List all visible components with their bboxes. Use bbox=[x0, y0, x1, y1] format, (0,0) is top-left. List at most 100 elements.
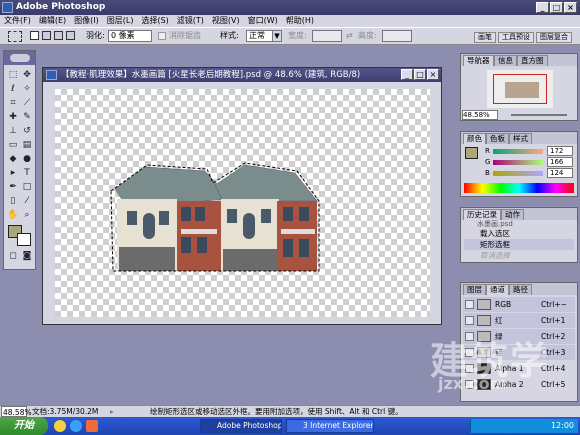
add-selection-icon[interactable] bbox=[42, 31, 51, 40]
ie-icon[interactable] bbox=[70, 420, 82, 432]
close-icon[interactable]: × bbox=[564, 2, 577, 13]
color-fg-swatch[interactable] bbox=[465, 147, 478, 159]
lasso-tool-icon[interactable]: ℓ bbox=[7, 83, 19, 95]
minimize-icon[interactable]: _ bbox=[536, 2, 549, 13]
tab-swatches[interactable]: 色板 bbox=[486, 133, 509, 144]
history-brush-tool-icon[interactable]: ↺ bbox=[21, 125, 33, 137]
color-spectrum-bar[interactable] bbox=[464, 183, 574, 193]
eraser-tool-icon[interactable]: ▭ bbox=[7, 139, 19, 151]
marquee-preset-icon[interactable] bbox=[8, 31, 22, 42]
type-tool-icon[interactable]: T bbox=[21, 167, 33, 179]
doc-close-icon[interactable]: × bbox=[427, 69, 439, 80]
tab-color[interactable]: 颜色 bbox=[463, 133, 486, 144]
navigator-thumbnail[interactable] bbox=[487, 70, 553, 108]
slice-tool-icon[interactable]: ⟋ bbox=[21, 97, 33, 109]
navigator-zoom-field[interactable]: 48.58% bbox=[462, 110, 498, 120]
canvas[interactable] bbox=[55, 89, 430, 317]
menu-edit[interactable]: 编辑(E) bbox=[35, 15, 70, 27]
tab-styles[interactable]: 样式 bbox=[509, 133, 532, 144]
feather-input[interactable]: 0 像素 bbox=[108, 30, 152, 42]
document-title: 【教程·肌理效果】水墨画篇 [火星长老后期教程].psd @ 48.6% (建筑… bbox=[43, 68, 441, 82]
brush-tool-icon[interactable]: ✎ bbox=[21, 111, 33, 123]
gradient-tool-icon[interactable]: ▤ bbox=[21, 139, 33, 151]
taskbar-photoshop[interactable]: Adobe Photoshop bbox=[200, 419, 282, 433]
navigator-zoom-slider[interactable] bbox=[511, 114, 567, 116]
taskbar-ie[interactable]: 3 Internet Explorer bbox=[286, 419, 374, 433]
tab-tool-presets[interactable]: 工具预设 bbox=[498, 32, 534, 43]
status-arrow-icon[interactable]: ▸ bbox=[110, 406, 114, 417]
toolbox-header bbox=[4, 51, 35, 65]
document-window: 【教程·肌理效果】水墨画篇 [火星长老后期教程].psd @ 48.6% (建筑… bbox=[42, 67, 442, 325]
blur-tool-icon[interactable]: ◆ bbox=[7, 153, 19, 165]
color-b-value[interactable]: 124 bbox=[547, 168, 573, 178]
dodge-tool-icon[interactable]: ● bbox=[21, 153, 33, 165]
menu-file[interactable]: 文件(F) bbox=[0, 15, 35, 27]
menu-help[interactable]: 帮助(H) bbox=[282, 15, 318, 27]
app-title-bar: Adobe Photoshop _ □ × bbox=[0, 0, 580, 15]
hand-tool-icon[interactable]: ✋ bbox=[7, 209, 19, 221]
quicklaunch-icon[interactable] bbox=[54, 420, 66, 432]
media-icon[interactable] bbox=[86, 420, 98, 432]
intersect-selection-icon[interactable] bbox=[66, 31, 75, 40]
subtract-selection-icon[interactable] bbox=[54, 31, 63, 40]
tab-layers[interactable]: 图层 bbox=[463, 284, 486, 295]
magic-wand-tool-icon[interactable]: ✧ bbox=[21, 83, 33, 95]
menu-window[interactable]: 窗口(W) bbox=[244, 15, 282, 27]
tab-channels[interactable]: 通道 bbox=[486, 284, 509, 295]
pen-tool-icon[interactable]: ✒ bbox=[7, 181, 19, 193]
doc-minimize-icon[interactable]: _ bbox=[401, 69, 413, 80]
marquee-tool-icon[interactable]: ⬚ bbox=[7, 69, 19, 81]
status-zoom[interactable]: 48.58% bbox=[1, 406, 32, 417]
color-r-value[interactable]: 172 bbox=[547, 146, 573, 156]
crop-tool-icon[interactable]: ⌗ bbox=[7, 97, 19, 109]
color-g-slider[interactable] bbox=[493, 160, 543, 165]
eye-icon[interactable] bbox=[465, 300, 474, 309]
healing-tool-icon[interactable]: ✚ bbox=[7, 111, 19, 123]
path-select-tool-icon[interactable]: ▸ bbox=[7, 167, 19, 179]
standard-mode-icon[interactable]: ◻ bbox=[7, 250, 19, 262]
zoom-tool-icon[interactable]: ⌕ bbox=[21, 209, 33, 221]
maximize-icon[interactable]: □ bbox=[550, 2, 563, 13]
system-tray: 12:00 bbox=[470, 419, 578, 433]
channel-row[interactable]: RGB Ctrl+~ bbox=[463, 297, 575, 312]
eye-icon[interactable] bbox=[465, 316, 474, 325]
notes-tool-icon[interactable]: ▯ bbox=[7, 195, 19, 207]
start-button[interactable]: 开始 bbox=[0, 417, 48, 435]
new-selection-icon[interactable] bbox=[30, 31, 39, 40]
tab-brushes[interactable]: 画笔 bbox=[474, 32, 496, 43]
history-item[interactable]: 载入选区 bbox=[464, 228, 574, 239]
color-r-slider[interactable] bbox=[493, 149, 543, 154]
width-input[interactable] bbox=[312, 30, 342, 42]
chevron-down-icon[interactable]: ▼ bbox=[272, 31, 281, 41]
menu-filter[interactable]: 滤镜(T) bbox=[173, 15, 208, 27]
style-label: 样式: bbox=[220, 31, 239, 40]
color-b-slider[interactable] bbox=[493, 171, 543, 176]
history-item[interactable]: 取消选择 bbox=[464, 250, 574, 261]
tab-navigator[interactable]: 导航器 bbox=[463, 55, 494, 66]
swap-icon[interactable]: ⇄ bbox=[346, 30, 353, 42]
antialias-checkbox[interactable] bbox=[158, 32, 166, 40]
stamp-tool-icon[interactable]: ⊥ bbox=[7, 125, 19, 137]
tab-layer-comps[interactable]: 图层复合 bbox=[536, 32, 572, 43]
navigator-tabs: 导航器 信息 直方图 bbox=[461, 54, 577, 66]
color-g-value[interactable]: 166 bbox=[547, 157, 573, 167]
channel-name: RGB bbox=[495, 300, 512, 309]
tab-histogram[interactable]: 直方图 bbox=[517, 55, 548, 66]
channel-thumbnail bbox=[477, 299, 491, 310]
menu-layer[interactable]: 图层(L) bbox=[103, 15, 138, 27]
menu-image[interactable]: 图像(I) bbox=[70, 15, 103, 27]
move-tool-icon[interactable]: ✥ bbox=[21, 69, 33, 81]
background-color-swatch[interactable] bbox=[17, 233, 31, 246]
doc-maximize-icon[interactable]: □ bbox=[414, 69, 426, 80]
height-input[interactable] bbox=[382, 30, 412, 42]
shape-tool-icon[interactable]: □ bbox=[21, 181, 33, 193]
history-item-active[interactable]: 矩形选框 bbox=[464, 239, 574, 250]
menu-select[interactable]: 选择(S) bbox=[137, 15, 172, 27]
tab-paths[interactable]: 路径 bbox=[509, 284, 532, 295]
color-b-label: B bbox=[485, 169, 490, 177]
tab-info[interactable]: 信息 bbox=[494, 55, 517, 66]
quickmask-mode-icon[interactable]: ◙ bbox=[21, 250, 33, 262]
menu-view[interactable]: 视图(V) bbox=[208, 15, 244, 27]
eyedropper-tool-icon[interactable]: ⁄ bbox=[21, 195, 33, 207]
channel-row[interactable]: 红 Ctrl+1 bbox=[463, 313, 575, 328]
